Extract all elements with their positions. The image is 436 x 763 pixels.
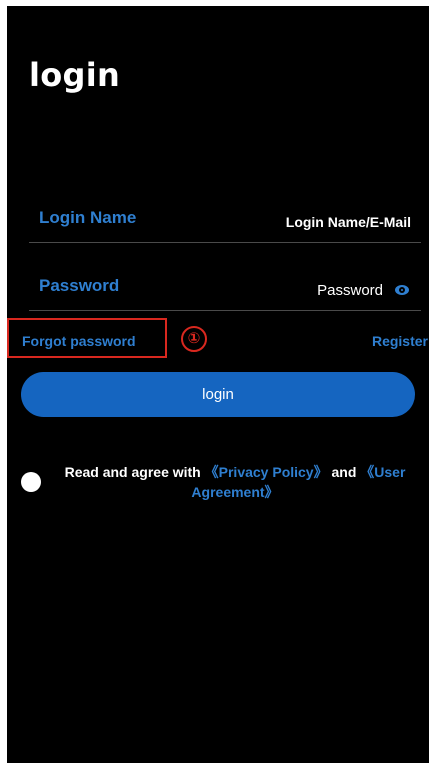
annotation-marker: ① (181, 326, 207, 352)
agreement-text: Read and agree with 《Privacy Policy》 and… (55, 462, 415, 502)
register-link[interactable]: Register (372, 333, 428, 349)
login-name-label: Login Name (39, 208, 137, 227)
privacy-policy-link[interactable]: 《Privacy Policy》 (205, 464, 328, 480)
password-label: Password (39, 276, 120, 295)
forgot-password-link[interactable]: Forgot password (22, 333, 136, 349)
password-field: Password (29, 274, 421, 311)
login-name-input[interactable] (211, 209, 411, 235)
agreement-prefix: Read and agree with (64, 464, 205, 480)
login-name-field: Login Name (29, 206, 421, 243)
agreement-and: and (327, 464, 361, 480)
password-input[interactable] (183, 277, 383, 303)
page-title: login (29, 56, 121, 94)
eye-icon[interactable] (395, 285, 409, 295)
agree-radio[interactable] (21, 472, 41, 492)
login-button[interactable]: login (21, 372, 415, 417)
